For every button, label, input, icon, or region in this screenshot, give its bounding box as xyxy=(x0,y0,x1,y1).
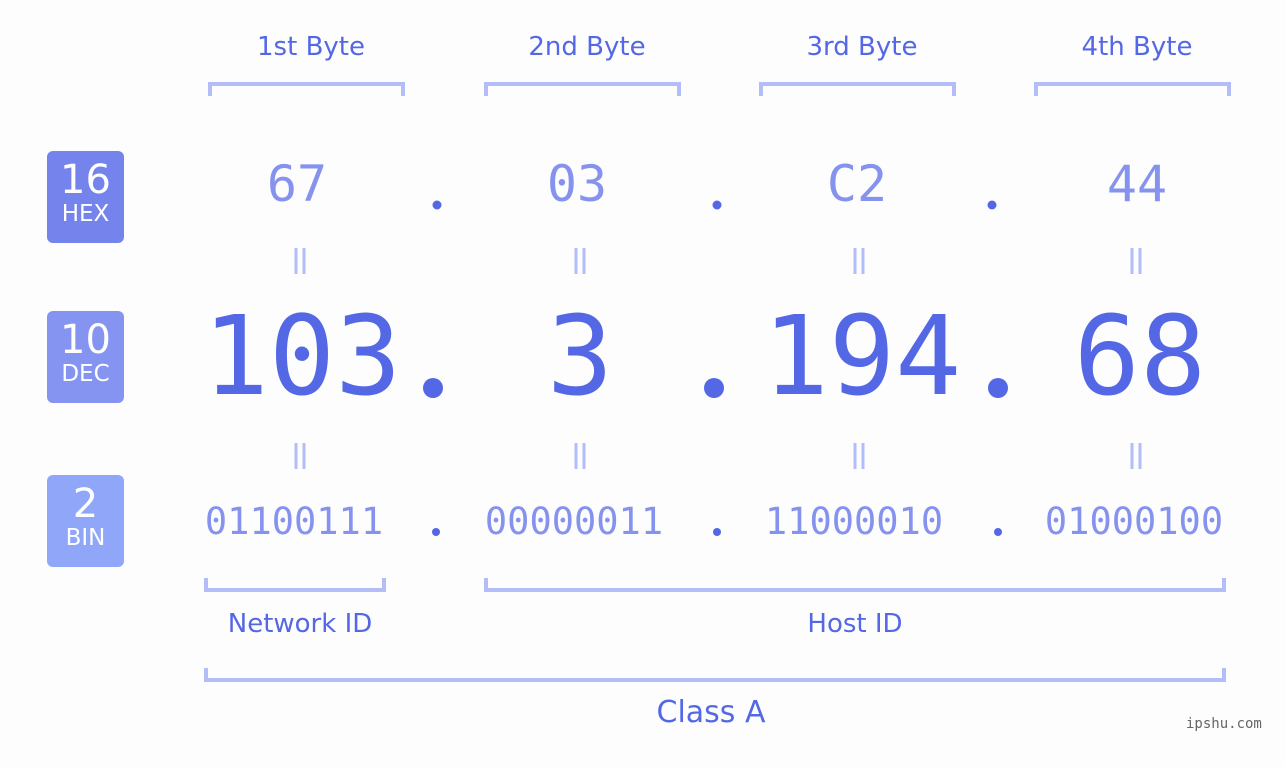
bin-base-label: BIN xyxy=(65,525,106,551)
network-id-label: Network ID xyxy=(227,609,373,639)
equals-icon xyxy=(294,248,306,274)
byte-bracket-3 xyxy=(759,82,956,96)
bin-value-1: 01100111 xyxy=(204,500,384,543)
equals-icon xyxy=(1130,248,1142,274)
bin-separator-dot-3 xyxy=(994,528,1002,536)
dec-value-2: 3 xyxy=(546,292,614,420)
equals-icon xyxy=(853,443,865,469)
hex-separator-dot-2 xyxy=(712,200,722,210)
hex-badge: 16 HEX xyxy=(47,151,124,243)
bin-value-3: 11000010 xyxy=(764,500,944,543)
byte-header-3: 3rd Byte xyxy=(806,32,918,62)
equals-icon xyxy=(853,248,865,274)
bin-base-number: 2 xyxy=(72,481,99,527)
hex-value-2: 03 xyxy=(546,155,608,213)
bin-value-4: 01000100 xyxy=(1044,500,1224,543)
byte-bracket-4 xyxy=(1034,82,1231,96)
hex-value-4: 44 xyxy=(1106,155,1168,213)
bin-separator-dot-1 xyxy=(432,528,440,536)
hex-base-label: HEX xyxy=(61,201,110,227)
equals-icon xyxy=(574,443,586,469)
equals-icon xyxy=(1130,443,1142,469)
class-label: Class A xyxy=(656,695,766,730)
host-id-bracket xyxy=(484,578,1226,592)
bin-value-2: 00000011 xyxy=(484,500,664,543)
hex-value-1: 67 xyxy=(266,155,328,213)
byte-header-1: 1st Byte xyxy=(257,32,365,62)
hex-value-3: C2 xyxy=(826,155,888,213)
class-bracket xyxy=(204,668,1226,682)
hex-separator-dot-1 xyxy=(432,200,442,210)
equals-icon xyxy=(574,248,586,274)
byte-bracket-1 xyxy=(208,82,405,96)
dec-separator-dot-2 xyxy=(704,378,724,398)
byte-header-4: 4th Byte xyxy=(1081,32,1193,62)
bin-separator-dot-2 xyxy=(713,528,721,536)
network-id-bracket xyxy=(204,578,386,592)
dec-separator-dot-1 xyxy=(423,378,443,398)
host-id-label: Host ID xyxy=(807,609,903,639)
dec-value-1: 103 xyxy=(202,292,402,420)
byte-header-2: 2nd Byte xyxy=(528,32,646,62)
dec-value-4: 68 xyxy=(1073,292,1207,420)
equals-icon xyxy=(294,443,306,469)
dec-base-number: 10 xyxy=(60,317,111,363)
dec-value-3: 194 xyxy=(762,292,962,420)
bin-badge: 2 BIN xyxy=(47,475,124,567)
dec-separator-dot-3 xyxy=(988,378,1008,398)
hex-separator-dot-3 xyxy=(987,200,997,210)
hex-base-number: 16 xyxy=(60,157,111,203)
watermark: ipshu.com xyxy=(1186,716,1262,732)
byte-bracket-2 xyxy=(484,82,681,96)
dec-base-label: DEC xyxy=(61,361,110,387)
dec-badge: 10 DEC xyxy=(47,311,124,403)
